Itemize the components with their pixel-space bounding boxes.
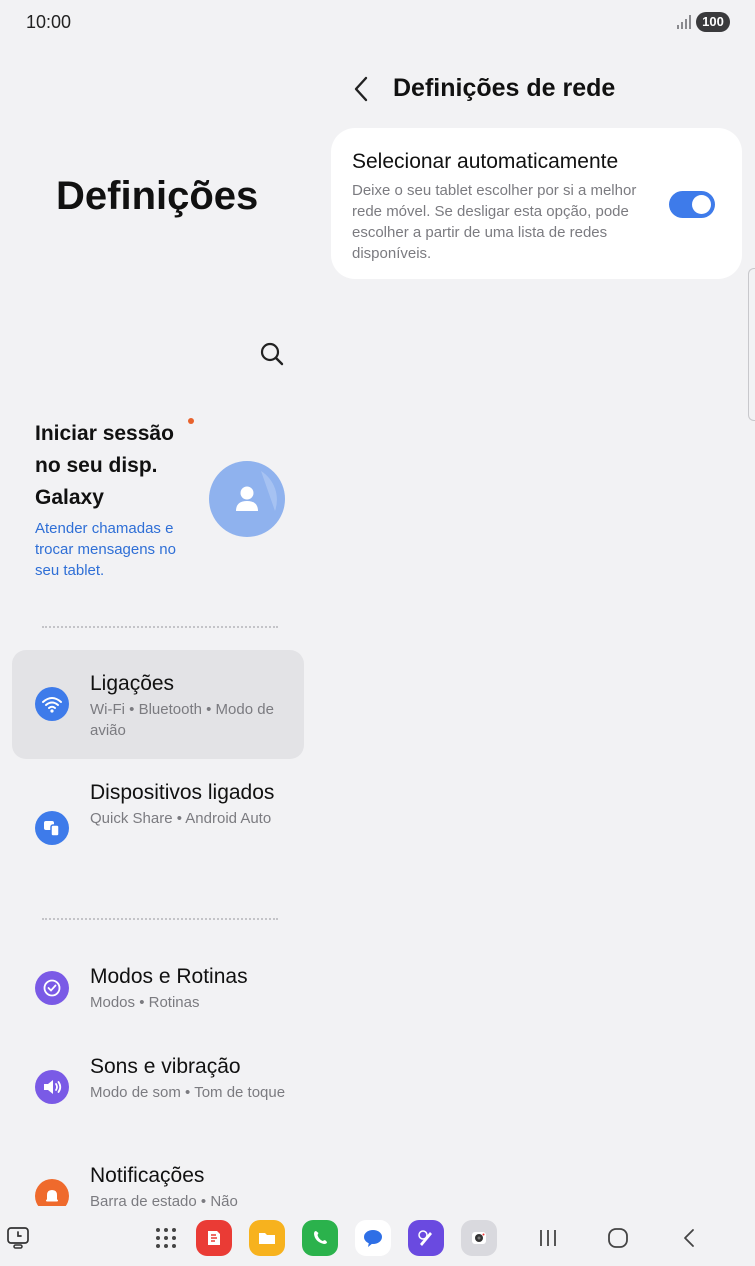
screen-time-icon[interactable]: [0, 1210, 36, 1266]
auto-select-description: Deixe o seu tablet escolher por si a mel…: [352, 182, 637, 262]
taskbar: [0, 1210, 755, 1266]
signal-icon: [677, 15, 691, 29]
menu-subtitle: Modos • Rotinas: [90, 994, 200, 1011]
recents-button[interactable]: [530, 1210, 566, 1266]
apps-grid-icon[interactable]: [148, 1210, 184, 1266]
battery-badge: 100: [696, 12, 730, 32]
menu-title: Notificações: [90, 1164, 205, 1187]
menu-item-sons-vibracao[interactable]: Sons e vibração Modo de som • Tom de toq…: [12, 1045, 304, 1135]
menu-subtitle: Barra de estado • Não: [90, 1193, 238, 1206]
menu-subtitle: Quick Share • Android Auto: [90, 810, 272, 827]
account-subtitle: Atender chamadas e trocar mensagens no s…: [35, 520, 176, 579]
menu-item-notificacoes[interactable]: Notificações Barra de estado • Não: [12, 1154, 304, 1206]
menu-title: Ligações: [90, 672, 175, 695]
messages-icon[interactable]: [355, 1210, 391, 1266]
person-icon: [236, 471, 277, 511]
status-bar: 10:00 100: [0, 0, 755, 44]
back-nav-button[interactable]: [672, 1210, 708, 1266]
my-files-icon[interactable]: [249, 1210, 285, 1266]
status-time: 10:00: [26, 12, 72, 32]
camera-icon[interactable]: [461, 1210, 497, 1266]
menu-item-dispositivos-ligados[interactable]: Dispositivos ligados Quick Share • Andro…: [12, 778, 304, 884]
page-title: Definições: [56, 174, 259, 218]
notification-dot: [188, 418, 194, 424]
auto-select-toggle[interactable]: [669, 191, 715, 218]
account-title: Iniciar sessão no seu disp. Galaxy: [35, 422, 174, 509]
menu-item-modos-rotinas[interactable]: Modos e Rotinas Modos • Rotinas: [12, 955, 304, 1025]
ai-assistant-icon[interactable]: [408, 1210, 444, 1266]
wifi-icon: [35, 687, 69, 721]
network-settings-title: Definições de rede: [393, 74, 616, 102]
back-arrow-icon[interactable]: [349, 74, 375, 104]
menu-title: Sons e vibração: [90, 1055, 241, 1078]
modes-routines-icon: [35, 971, 69, 1005]
divider: [42, 626, 278, 628]
avatar: [209, 461, 285, 537]
samsung-notes-icon[interactable]: [196, 1210, 232, 1266]
bell-icon: [35, 1179, 69, 1206]
home-button[interactable]: [600, 1210, 636, 1266]
auto-select-title: Selecionar automaticamente: [352, 150, 619, 173]
account-signin[interactable]: Iniciar sessão no seu disp. Galaxy Atend…: [35, 418, 295, 581]
menu-subtitle: Modo de som • Tom de toque: [90, 1084, 286, 1101]
pane-resize-handle[interactable]: [748, 268, 755, 421]
menu-item-ligacoes[interactable]: Ligações Wi-Fi • Bluetooth • Modo de avi…: [12, 650, 304, 759]
menu-title: Modos e Rotinas: [90, 965, 248, 988]
menu-subtitle: Wi-Fi • Bluetooth • Modo de avião: [90, 701, 274, 739]
sound-icon: [35, 1070, 69, 1104]
connected-devices-icon: [35, 811, 69, 845]
auto-select-card[interactable]: Selecionar automaticamente Deixe o seu t…: [331, 128, 742, 279]
menu-title: Dispositivos ligados: [90, 781, 275, 804]
phone-icon[interactable]: [302, 1210, 338, 1266]
search-icon[interactable]: [256, 338, 288, 370]
toggle-knob: [692, 195, 711, 214]
divider: [42, 918, 278, 920]
